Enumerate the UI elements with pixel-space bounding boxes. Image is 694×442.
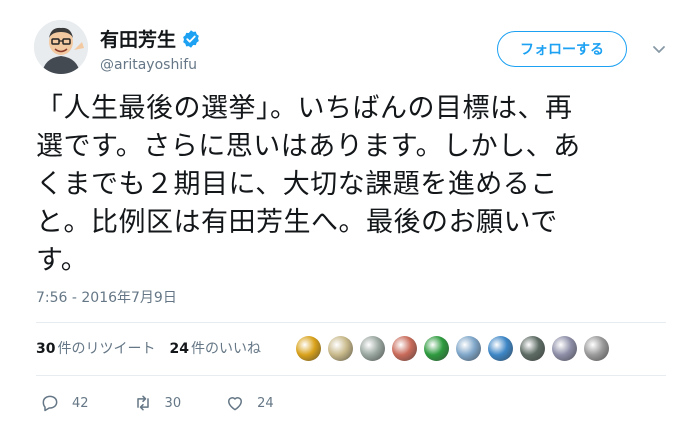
liker-avatar-3[interactable] [360,336,385,361]
user-avatar[interactable] [34,20,88,74]
tweet-line: と。比例区は有田芳生へ。最後のお願いで [36,207,558,238]
reply-icon [42,395,58,412]
like-stat-count: 24 [169,341,189,357]
display-name[interactable]: 有田芳生 [100,25,176,52]
liker-avatar-8[interactable] [520,336,545,361]
retweet-icon [136,395,149,411]
liker-avatar-7[interactable] [488,336,513,361]
name-row: 有田芳生 [100,25,201,52]
liker-avatar-10[interactable] [584,336,609,361]
reply-count: 42 [72,395,89,411]
reply-action[interactable]: 42 [40,393,89,413]
liker-avatar-2[interactable] [328,336,353,361]
user-handle[interactable]: @aritayoshifu [100,57,197,73]
tweet-line: 「人生最後の選挙」。いちばんの目標は、再 [36,93,573,124]
tweet-header: 有田芳生 @aritayoshifu フォローする [34,18,674,82]
liker-avatar-5[interactable] [424,336,449,361]
retweet-stat[interactable]: 30 件のリツイート [36,338,155,358]
liker-avatars [296,336,609,361]
chevron-down-icon[interactable] [649,39,669,59]
retweet-stat-label: 件のリツイート [57,341,156,357]
liker-avatar-6[interactable] [456,336,481,361]
tweet-line: 選です。さらに思いはあります。しかし、あ [36,131,581,162]
retweet-action[interactable]: 30 [133,393,182,413]
retweet-count: 30 [164,395,182,411]
liker-avatar-4[interactable] [392,336,417,361]
tweet-timestamp[interactable]: 7:56 - 2016年7月9日 [36,287,177,307]
follow-button[interactable]: フォローする [497,31,627,67]
like-stat[interactable]: 24 件のいいね [169,338,260,358]
heart-icon [228,397,243,411]
tweet-line: す。 [36,245,89,276]
divider [36,322,666,323]
tweet-text: 「人生最後の選挙」。いちばんの目標は、再 選です。さらに思いはあります。しかし、… [36,90,661,280]
liker-avatar-1[interactable] [296,336,321,361]
avatar-illustration [34,20,88,74]
like-action[interactable]: 24 [225,393,274,413]
liker-avatar-9[interactable] [552,336,577,361]
retweet-stat-count: 30 [36,341,56,357]
tweet-actions: 42 30 24 [40,393,318,413]
tweet-line: くまでも２期目に、大切な課題を進めるこ [36,169,558,200]
tweet-stats: 30 件のリツイート 24 件のいいね [36,338,275,358]
like-count: 24 [257,395,274,411]
divider [36,375,666,376]
like-stat-label: 件のいいね [190,341,261,357]
verified-badge-icon [183,29,199,48]
